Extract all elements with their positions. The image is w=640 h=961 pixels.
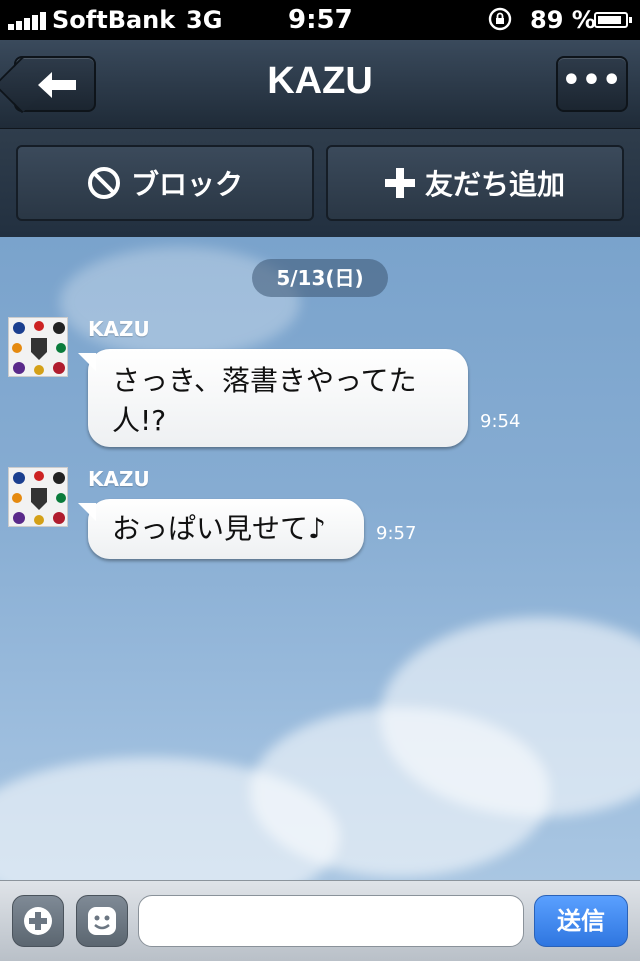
- status-bar: SoftBank 3G 9:57 89 %: [0, 0, 640, 40]
- message-time: 9:54: [480, 411, 521, 432]
- add-friend-button[interactable]: 友だち追加: [326, 145, 624, 221]
- block-icon: [87, 167, 120, 199]
- nav-bar: KAZU •••: [0, 40, 640, 129]
- avatar-image: [9, 468, 67, 526]
- message-bubble[interactable]: さっき、落書きやってた 人!?: [78, 349, 468, 447]
- chat-area[interactable]: 5/13(日) KAZU さっき、落書きやってた 人!? 9:54 KAZU お…: [0, 237, 640, 880]
- sender-name: KAZU: [88, 317, 150, 341]
- block-label: ブロック: [130, 168, 243, 201]
- action-bar: ブロック 友だち追加: [0, 129, 640, 237]
- smiley-icon: [88, 907, 116, 935]
- input-bar: 送信: [0, 880, 640, 961]
- send-button[interactable]: 送信: [534, 895, 628, 947]
- page-title: KAZU: [267, 60, 373, 102]
- bubble-tail: [78, 353, 96, 371]
- message-text-line: さっき、落書きやってた: [112, 364, 417, 397]
- sticker-button[interactable]: [76, 895, 128, 947]
- add-friend-label: 友だち追加: [424, 168, 565, 201]
- more-options-button[interactable]: •••: [556, 56, 628, 112]
- avatar-image: [9, 318, 67, 376]
- attach-button[interactable]: [12, 895, 64, 947]
- block-button[interactable]: ブロック: [16, 145, 314, 221]
- rotation-lock-icon: [488, 7, 512, 31]
- sender-name: KAZU: [88, 467, 150, 491]
- message-time: 9:57: [376, 523, 417, 544]
- battery-percent: 89 %: [530, 6, 596, 34]
- avatar[interactable]: [8, 467, 68, 527]
- status-time: 9:57: [288, 5, 353, 35]
- message-bubble[interactable]: おっぱい見せて♪: [78, 499, 364, 559]
- message-text-line: 人!?: [112, 404, 167, 437]
- message-text-line: おっぱい見せて♪: [112, 512, 326, 545]
- plus-icon: [24, 907, 52, 935]
- carrier-name: SoftBank: [52, 6, 176, 34]
- date-separator: 5/13(日): [252, 259, 388, 297]
- battery-icon: [594, 12, 632, 28]
- plus-icon: [384, 168, 415, 198]
- avatar[interactable]: [8, 317, 68, 377]
- message-input[interactable]: [138, 895, 524, 947]
- signal-strength-icon: [8, 12, 48, 30]
- network-type: 3G: [186, 6, 223, 34]
- bubble-tail: [78, 503, 96, 521]
